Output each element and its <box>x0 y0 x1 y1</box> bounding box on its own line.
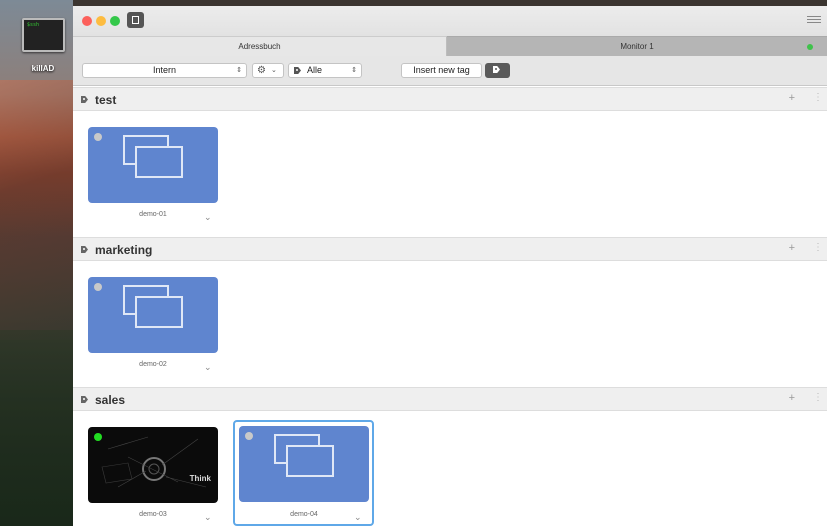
tag-icon <box>81 396 90 403</box>
wallpaper-cliff <box>0 80 73 340</box>
status-dot <box>94 133 102 141</box>
more-options-icon[interactable]: ⋮ <box>813 92 823 103</box>
device-tile-demo-02[interactable] <box>88 277 218 353</box>
zoom-window-button[interactable] <box>110 16 120 26</box>
windows-icon <box>123 135 183 179</box>
updown-chevron-icon: ⇕ <box>236 67 242 74</box>
toolbar: Intern ⇕ ⚙ ⌄ Alle ⇕ Insert new tag <box>73 56 827 86</box>
terminal-prompt-text: $ssh <box>27 22 40 28</box>
add-device-button[interactable]: + <box>789 92 795 104</box>
device-label: demo-01 <box>139 211 167 218</box>
preview-wallpaper-text: Think <box>189 474 211 483</box>
monitor-status-dot <box>807 44 813 50</box>
settings-menu-button[interactable]: ⚙ ⌄ <box>252 63 284 78</box>
section-title: sales <box>95 393 126 407</box>
tag-icon <box>81 246 90 253</box>
section-header-test[interactable]: test + ⋮ <box>73 87 827 111</box>
section-title: test <box>95 93 117 107</box>
device-groups-list: test + ⋮ demo-01 ⌄ marketing + ⋮ demo-02… <box>73 87 827 526</box>
device-label: demo-02 <box>139 361 167 368</box>
desktop-icon-label[interactable]: killAD <box>26 64 60 73</box>
desktop-screenshot-preview <box>101 436 207 488</box>
device-tile-demo-01[interactable] <box>88 127 218 203</box>
windows-icon <box>123 285 183 329</box>
tab-monitor[interactable]: Monitor 1 <box>447 36 827 56</box>
tab-bar: Adressbuch Monitor 1 <box>73 36 827 56</box>
add-device-button[interactable]: + <box>789 242 795 254</box>
title-bar <box>73 6 827 36</box>
tab-monitor-label: Monitor 1 <box>620 42 654 51</box>
chevron-down-icon: ⌄ <box>271 67 277 74</box>
tag-icon <box>81 96 90 103</box>
insert-new-tag-button[interactable]: Insert new tag <box>401 63 482 78</box>
hamburger-menu-icon[interactable] <box>807 16 821 26</box>
close-window-button[interactable] <box>82 16 92 26</box>
chevron-down-icon[interactable]: ⌄ <box>354 512 362 523</box>
wallpaper-trees <box>0 330 73 526</box>
status-dot <box>245 432 253 440</box>
section-title: marketing <box>95 243 153 257</box>
sidebar-toggle-icon[interactable] <box>127 12 144 28</box>
add-tag-button[interactable] <box>485 63 510 78</box>
status-dot <box>94 433 102 441</box>
tag-icon <box>493 66 502 73</box>
chevron-down-icon[interactable]: ⌄ <box>204 362 212 373</box>
section-header-sales[interactable]: sales + ⋮ <box>73 387 827 411</box>
more-options-icon[interactable]: ⋮ <box>813 242 823 253</box>
chevron-down-icon[interactable]: ⌄ <box>204 212 212 223</box>
tag-icon <box>294 67 303 74</box>
updown-chevron-icon: ⇕ <box>351 67 357 74</box>
windows-icon <box>274 434 334 478</box>
device-tile-demo-03[interactable]: Think <box>88 427 218 503</box>
more-options-icon[interactable]: ⋮ <box>813 392 823 403</box>
tab-adressbuch[interactable]: Adressbuch <box>73 36 447 56</box>
minimize-window-button[interactable] <box>96 16 106 26</box>
group-select[interactable]: Intern ⇕ <box>82 63 247 78</box>
desktop-wallpaper: $ssh killAD <box>0 0 73 526</box>
terminal-desktop-icon[interactable]: $ssh <box>22 18 65 52</box>
device-label: demo-04 <box>290 511 318 518</box>
device-tile-demo-04[interactable] <box>239 426 369 502</box>
tag-filter-value: Alle <box>307 65 323 75</box>
tag-filter-select[interactable]: Alle ⇕ <box>288 63 362 78</box>
section-header-marketing[interactable]: marketing + ⋮ <box>73 237 827 261</box>
add-device-button[interactable]: + <box>789 392 795 404</box>
gear-icon: ⚙ <box>257 65 266 76</box>
chevron-down-icon[interactable]: ⌄ <box>204 512 212 523</box>
group-select-value: Intern <box>152 65 176 75</box>
status-dot <box>94 283 102 291</box>
device-label: demo-03 <box>139 511 167 518</box>
app-window: Adressbuch Monitor 1 Intern ⇕ ⚙ ⌄ Alle ⇕… <box>73 6 827 526</box>
